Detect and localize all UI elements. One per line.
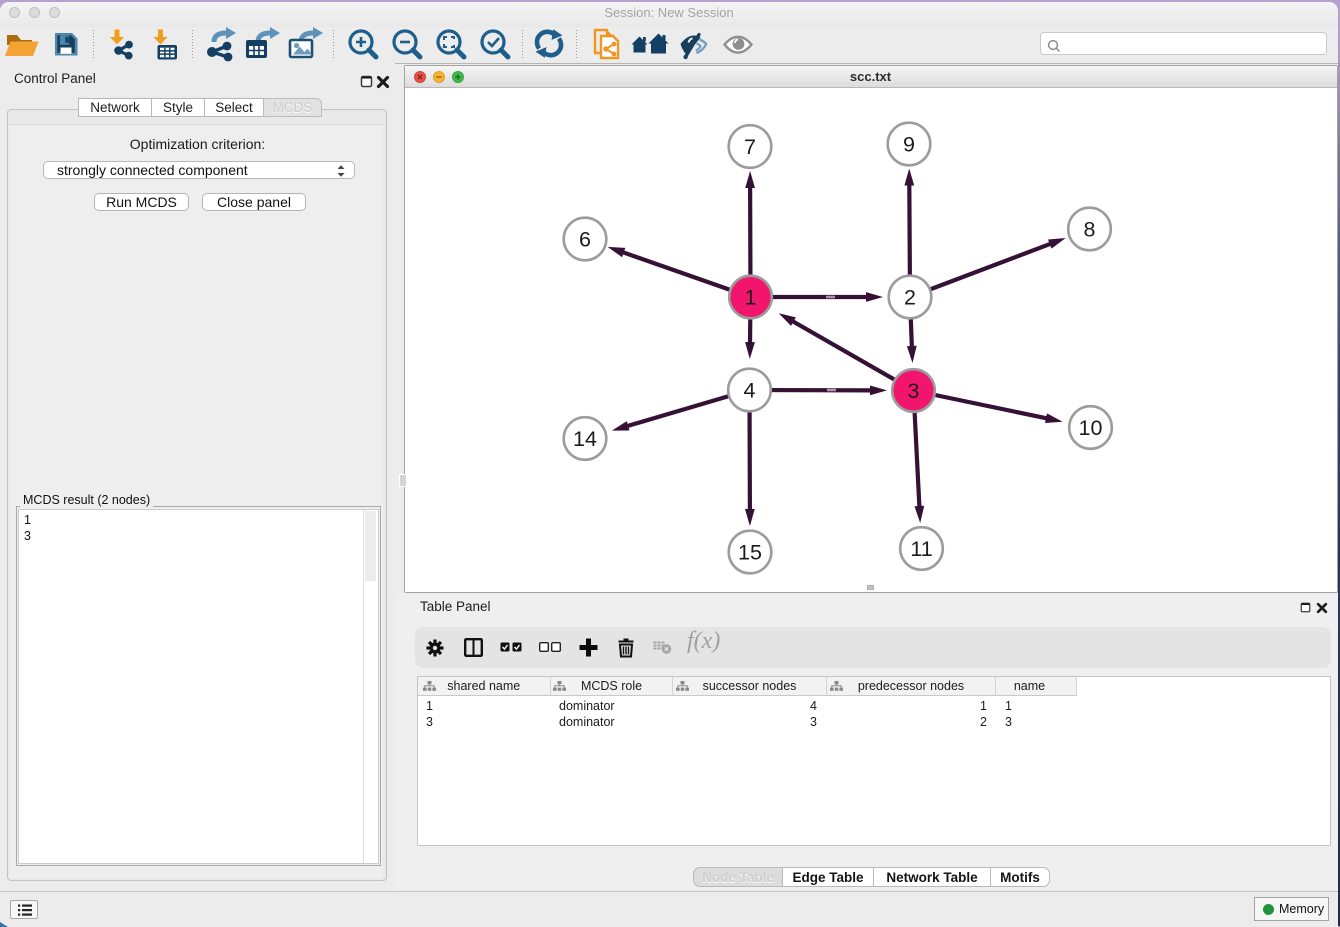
svg-text:8: 8 [1084, 218, 1096, 242]
svg-text:1: 1 [745, 286, 757, 310]
svg-text:6: 6 [579, 228, 591, 252]
svg-text:14: 14 [573, 427, 597, 451]
svg-text:10: 10 [1079, 416, 1103, 440]
svg-text:15: 15 [738, 541, 762, 565]
svg-text:7: 7 [744, 135, 756, 159]
svg-text:2: 2 [904, 286, 916, 310]
svg-text:9: 9 [903, 133, 915, 157]
svg-text:3: 3 [908, 379, 920, 403]
svg-text:4: 4 [744, 379, 756, 403]
svg-text:11: 11 [910, 537, 932, 561]
